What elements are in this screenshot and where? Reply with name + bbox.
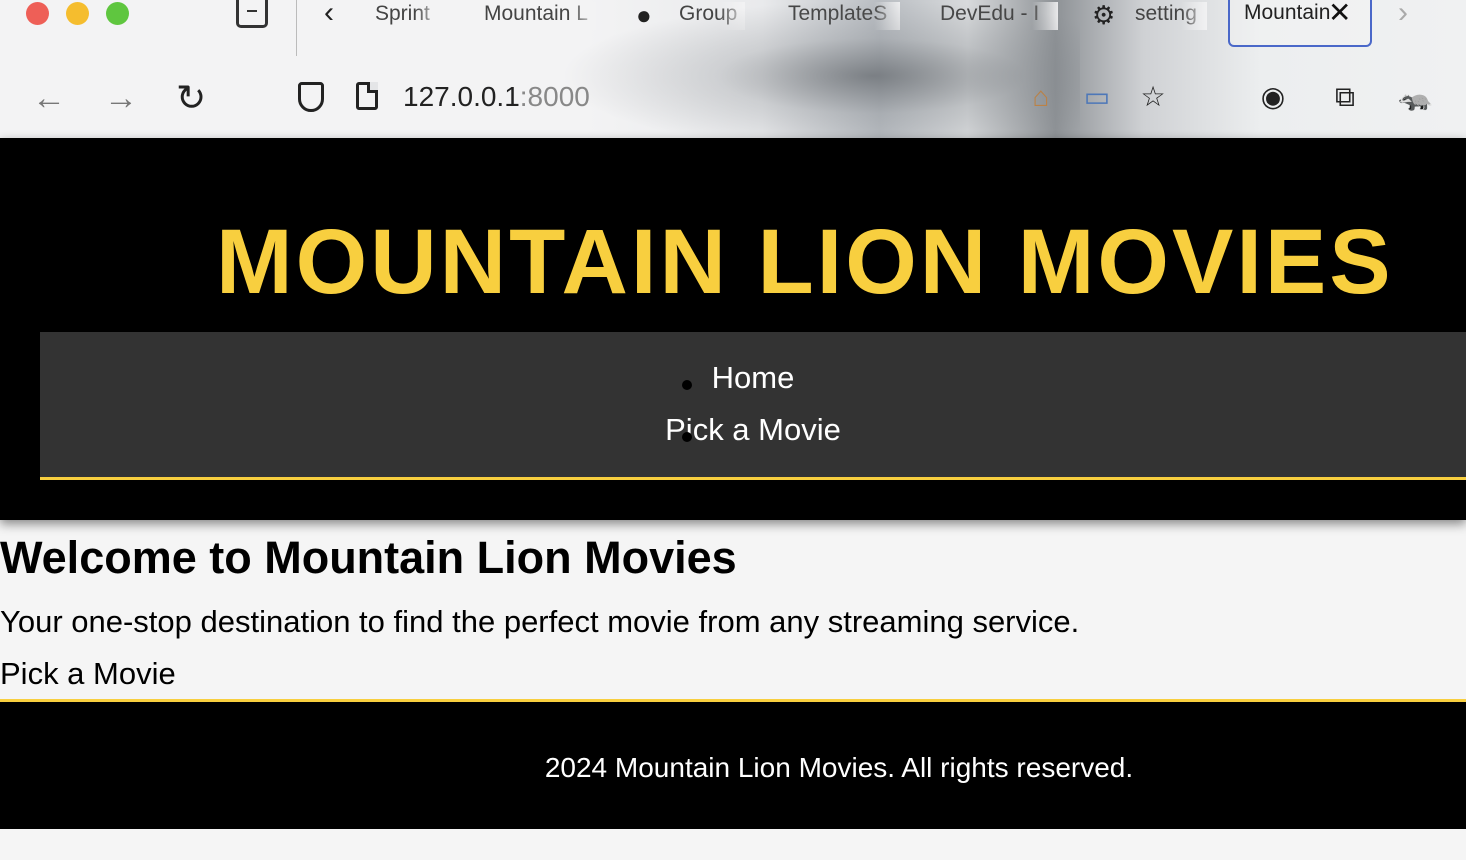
extensions-puzzle-icon[interactable]: ⧉ [1328, 80, 1362, 114]
tab-group[interactable]: Group [679, 2, 745, 30]
tab-label: Mountain Lion Movies [1244, 1, 1334, 24]
home-icon[interactable]: ⌂ [1024, 80, 1058, 114]
site-header: MOUNTAIN LION MOVIES Home Pick a Movie [0, 138, 1466, 520]
back-arrow-icon[interactable]: ← [32, 78, 66, 118]
reload-icon[interactable]: ↻ [176, 78, 206, 118]
browser-toolbar: ← → ↻ 127.0.0.1:8000 ⌂ ▭ ☆ ◉ ⧉ 🦡 [0, 56, 1466, 138]
tab-settings[interactable]: setting [1135, 2, 1207, 30]
account-icon[interactable]: ◉ [1256, 80, 1290, 114]
tab-mountain-lion[interactable]: Mountain L [484, 2, 596, 30]
tab-templates[interactable]: TemplateS [788, 2, 900, 30]
forward-arrow-icon[interactable]: → [104, 78, 138, 118]
scroll-tabs-right-icon[interactable]: › [1398, 0, 1408, 30]
tab-overview-icon[interactable] [236, 0, 268, 28]
address-bar[interactable]: 127.0.0.1:8000 [403, 81, 590, 113]
zoom-window-button[interactable] [106, 2, 129, 25]
close-window-button[interactable] [26, 2, 49, 25]
nav-link-pick-a-movie[interactable]: Pick a Movie [665, 412, 841, 447]
bookmark-star-icon[interactable]: ☆ [1136, 80, 1170, 114]
settings-icon: ⚙ [1092, 0, 1116, 30]
nav-link-home[interactable]: Home [712, 360, 795, 395]
shield-icon[interactable] [298, 82, 324, 112]
scroll-tabs-left-icon[interactable]: ‹ [324, 0, 334, 30]
main-content: Welcome to Mountain Lion Movies Your one… [0, 534, 1466, 692]
pick-a-movie-link[interactable]: Pick a Movie [0, 656, 1466, 692]
site-nav: Home Pick a Movie [40, 332, 1466, 480]
site-footer: 2024 Mountain Lion Movies. All rights re… [0, 699, 1466, 829]
minimize-window-button[interactable] [66, 2, 89, 25]
url-host: 127.0.0.1 [403, 81, 520, 112]
tab-mountain-lion-movies-active[interactable]: Mountain Lion Movies ✕ [1228, 0, 1372, 47]
tab-sprint[interactable]: Sprint [375, 2, 441, 30]
tab-divider [296, 0, 297, 56]
tab-label: DevEdu - I [940, 2, 1040, 25]
footer-copyright: 2024 Mountain Lion Movies. All rights re… [544, 752, 1134, 783]
welcome-heading: Welcome to Mountain Lion Movies [0, 532, 737, 583]
tagline: Your one-stop destination to find the pe… [0, 604, 1080, 639]
tab-bar: ‹ Sprint Mountain L ● Group TemplateS De… [0, 0, 1466, 56]
browser-chrome: ‹ Sprint Mountain L ● Group TemplateS De… [0, 0, 1466, 138]
nav-item-pick-a-movie: Pick a Movie [40, 412, 1466, 464]
github-icon: ● [636, 0, 652, 30]
tab-devedu[interactable]: DevEdu - I [940, 2, 1058, 30]
close-tab-icon[interactable]: ✕ [1328, 0, 1351, 29]
tab-label: TemplateS [788, 2, 888, 25]
site-title: MOUNTAIN LION MOVIES [216, 211, 1394, 313]
nav-item-home: Home [40, 360, 1466, 412]
url-port: :8000 [519, 81, 590, 112]
nav-list: Home Pick a Movie [40, 360, 1466, 464]
screen-extension-icon[interactable]: ▭ [1080, 80, 1114, 114]
privacy-badger-icon[interactable]: 🦡 [1398, 80, 1433, 114]
page-icon[interactable] [356, 82, 378, 110]
